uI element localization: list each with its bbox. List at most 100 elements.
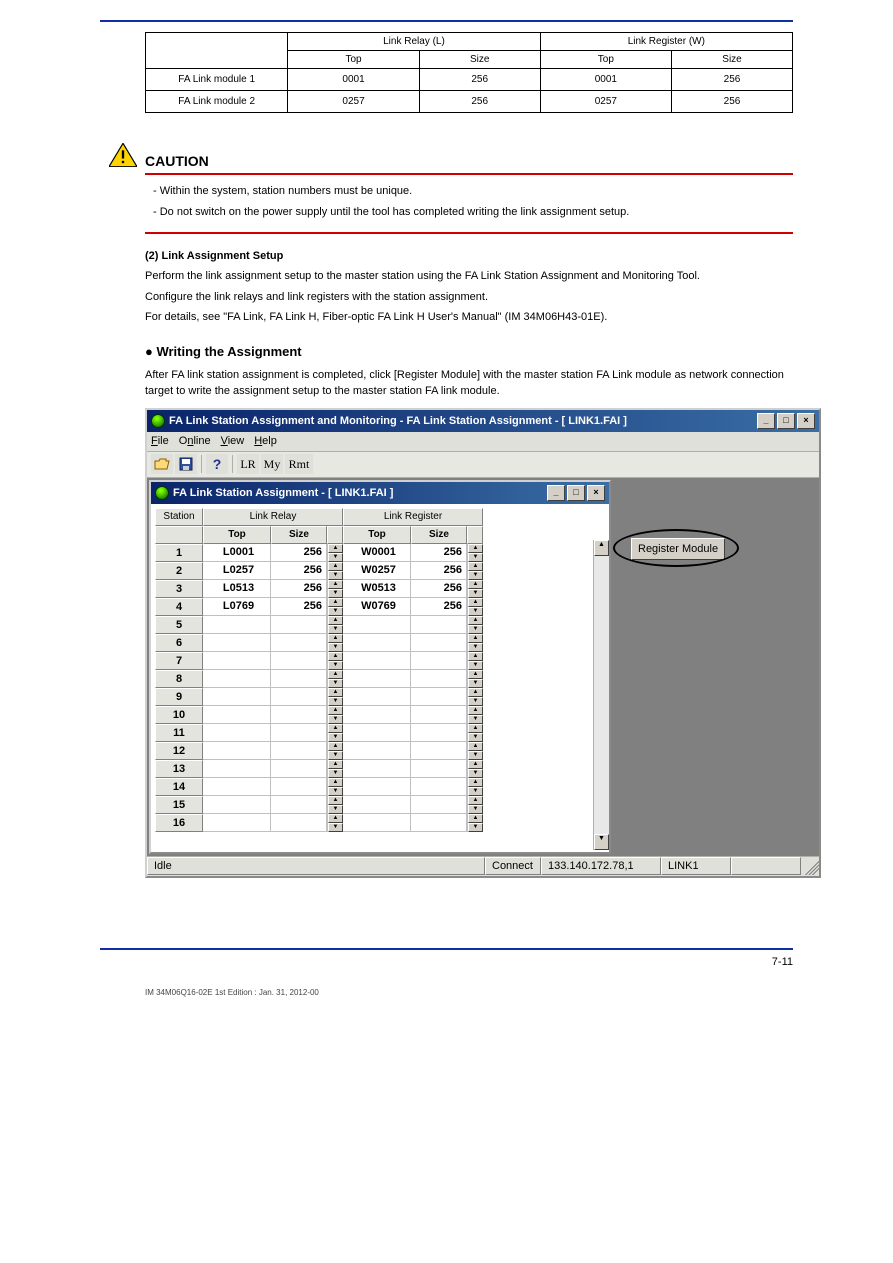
- spin-up-icon[interactable]: ▲: [468, 544, 483, 553]
- maximize-button[interactable]: □: [777, 413, 795, 429]
- open-button[interactable]: [151, 454, 173, 474]
- spinner[interactable]: ▲▼: [467, 598, 483, 616]
- spinner[interactable]: ▲▼: [467, 616, 483, 634]
- spin-up-icon[interactable]: ▲: [468, 706, 483, 715]
- lr-size-cell[interactable]: 256: [271, 580, 327, 598]
- w-size-cell[interactable]: [411, 688, 467, 706]
- w-size-cell[interactable]: [411, 742, 467, 760]
- minimize-button[interactable]: _: [757, 413, 775, 429]
- menu-file[interactable]: File: [151, 435, 169, 447]
- help-button[interactable]: ?: [206, 454, 228, 474]
- w-size-cell[interactable]: [411, 670, 467, 688]
- lr-size-cell[interactable]: [271, 670, 327, 688]
- lr-button[interactable]: LR: [237, 454, 259, 474]
- menu-online[interactable]: Online: [179, 435, 211, 447]
- spinner[interactable]: ▲▼: [327, 814, 343, 832]
- spin-up-icon[interactable]: ▲: [328, 580, 343, 589]
- spin-up-icon[interactable]: ▲: [328, 562, 343, 571]
- lr-size-cell[interactable]: [271, 616, 327, 634]
- spin-down-icon[interactable]: ▼: [468, 823, 483, 832]
- spin-down-icon[interactable]: ▼: [468, 625, 483, 634]
- scroll-up-button[interactable]: ▲: [594, 540, 609, 556]
- spin-down-icon[interactable]: ▼: [468, 805, 483, 814]
- spinner[interactable]: ▲▼: [467, 544, 483, 562]
- hdr-lr-top[interactable]: Top: [203, 526, 271, 544]
- w-top-cell[interactable]: W0769: [343, 598, 411, 616]
- lr-size-cell[interactable]: [271, 742, 327, 760]
- spin-up-icon[interactable]: ▲: [468, 634, 483, 643]
- w-top-cell[interactable]: W0001: [343, 544, 411, 562]
- spinner[interactable]: ▲▼: [467, 580, 483, 598]
- spin-up-icon[interactable]: ▲: [468, 598, 483, 607]
- w-size-cell[interactable]: [411, 706, 467, 724]
- hdr-link-relay[interactable]: Link Relay: [203, 508, 343, 526]
- spinner[interactable]: ▲▼: [327, 580, 343, 598]
- spin-up-icon[interactable]: ▲: [328, 634, 343, 643]
- w-size-cell[interactable]: 256: [411, 598, 467, 616]
- lr-top-cell[interactable]: [203, 634, 271, 652]
- w-size-cell[interactable]: 256: [411, 544, 467, 562]
- spin-up-icon[interactable]: ▲: [468, 814, 483, 823]
- menu-help[interactable]: Help: [254, 435, 277, 447]
- spin-up-icon[interactable]: ▲: [328, 544, 343, 553]
- spin-down-icon[interactable]: ▼: [468, 661, 483, 670]
- lr-top-cell[interactable]: [203, 742, 271, 760]
- spin-down-icon[interactable]: ▼: [328, 553, 343, 562]
- hdr-station[interactable]: Station: [155, 508, 203, 526]
- w-size-cell[interactable]: 256: [411, 580, 467, 598]
- lr-top-cell[interactable]: [203, 670, 271, 688]
- spinner[interactable]: ▲▼: [467, 688, 483, 706]
- spin-up-icon[interactable]: ▲: [328, 796, 343, 805]
- hdr-lr-size[interactable]: Size: [271, 526, 327, 544]
- spinner[interactable]: ▲▼: [327, 778, 343, 796]
- w-top-cell[interactable]: [343, 652, 411, 670]
- spin-down-icon[interactable]: ▼: [328, 787, 343, 796]
- spinner[interactable]: ▲▼: [327, 544, 343, 562]
- spin-up-icon[interactable]: ▲: [328, 778, 343, 787]
- spin-down-icon[interactable]: ▼: [328, 589, 343, 598]
- spin-down-icon[interactable]: ▼: [468, 697, 483, 706]
- spinner[interactable]: ▲▼: [467, 724, 483, 742]
- spin-up-icon[interactable]: ▲: [328, 706, 343, 715]
- w-top-cell[interactable]: W0513: [343, 580, 411, 598]
- w-top-cell[interactable]: [343, 616, 411, 634]
- spin-down-icon[interactable]: ▼: [328, 679, 343, 688]
- inner-minimize-button[interactable]: _: [547, 485, 565, 501]
- w-size-cell[interactable]: [411, 814, 467, 832]
- spin-down-icon[interactable]: ▼: [328, 571, 343, 580]
- w-top-cell[interactable]: [343, 634, 411, 652]
- spin-down-icon[interactable]: ▼: [328, 643, 343, 652]
- spin-up-icon[interactable]: ▲: [328, 760, 343, 769]
- spinner[interactable]: ▲▼: [327, 634, 343, 652]
- spin-up-icon[interactable]: ▲: [468, 778, 483, 787]
- spinner[interactable]: ▲▼: [467, 742, 483, 760]
- lr-top-cell[interactable]: L0769: [203, 598, 271, 616]
- spin-up-icon[interactable]: ▲: [328, 652, 343, 661]
- spin-down-icon[interactable]: ▼: [328, 769, 343, 778]
- spin-down-icon[interactable]: ▼: [328, 697, 343, 706]
- lr-top-cell[interactable]: [203, 760, 271, 778]
- spinner[interactable]: ▲▼: [327, 652, 343, 670]
- spinner[interactable]: ▲▼: [327, 598, 343, 616]
- lr-size-cell[interactable]: [271, 724, 327, 742]
- lr-top-cell[interactable]: [203, 688, 271, 706]
- spin-up-icon[interactable]: ▲: [328, 724, 343, 733]
- spinner[interactable]: ▲▼: [467, 634, 483, 652]
- w-top-cell[interactable]: [343, 742, 411, 760]
- spin-up-icon[interactable]: ▲: [468, 562, 483, 571]
- w-top-cell[interactable]: [343, 670, 411, 688]
- w-size-cell[interactable]: [411, 778, 467, 796]
- inner-titlebar[interactable]: FA Link Station Assignment - [ LINK1.FAI…: [151, 482, 609, 504]
- spinner[interactable]: ▲▼: [327, 616, 343, 634]
- spin-down-icon[interactable]: ▼: [328, 751, 343, 760]
- w-top-cell[interactable]: [343, 760, 411, 778]
- lr-size-cell[interactable]: [271, 688, 327, 706]
- w-size-cell[interactable]: [411, 760, 467, 778]
- spin-down-icon[interactable]: ▼: [328, 607, 343, 616]
- spin-up-icon[interactable]: ▲: [468, 616, 483, 625]
- lr-size-cell[interactable]: [271, 706, 327, 724]
- spinner[interactable]: ▲▼: [327, 724, 343, 742]
- spinner[interactable]: ▲▼: [467, 562, 483, 580]
- w-size-cell[interactable]: [411, 652, 467, 670]
- w-size-cell[interactable]: [411, 796, 467, 814]
